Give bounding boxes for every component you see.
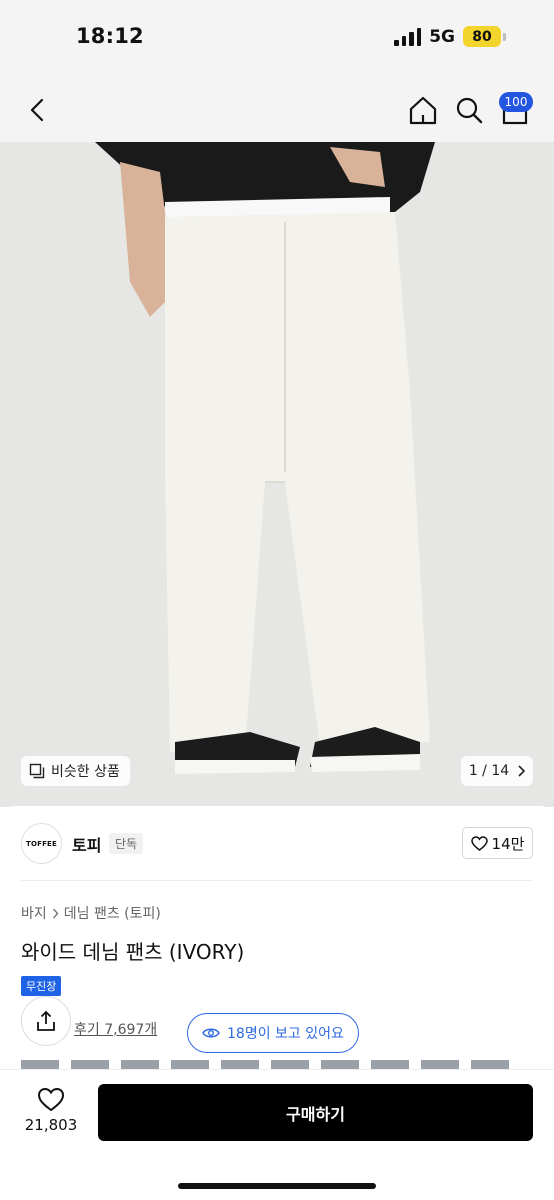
home-button[interactable] <box>404 90 442 130</box>
thumbnail-strip[interactable] <box>21 1060 554 1069</box>
battery-icon: 80 <box>463 26 506 47</box>
similar-products-label: 비슷한 상품 <box>51 764 120 780</box>
exclusive-tag: 단독 <box>109 833 144 854</box>
status-time: 18:12 <box>76 24 144 48</box>
product-title: 와이드 데님 팬츠 (IVORY) <box>21 940 245 964</box>
image-page-text: 1 / 14 <box>468 763 510 779</box>
viewers-text: 18명이 보고 있어요 <box>227 1026 344 1042</box>
chevron-right-icon <box>52 908 59 918</box>
breadcrumb: 바지 데님 팬츠 (토피) <box>21 903 161 923</box>
viewers-indicator[interactable]: 18명이 보고 있어요 <box>187 1013 359 1053</box>
network-type: 5G <box>429 26 455 47</box>
search-button[interactable] <box>450 90 488 130</box>
brand-like-button[interactable]: 14만 <box>462 827 533 859</box>
product-image[interactable] <box>0 142 554 807</box>
eye-icon <box>202 1028 220 1038</box>
heart-icon <box>470 835 488 851</box>
similar-items-icon <box>29 763 45 779</box>
brand-name[interactable]: 토피 <box>72 832 101 856</box>
chevron-left-icon <box>30 98 44 122</box>
home-indicator <box>178 1183 376 1189</box>
wishlist-count: 21,803 <box>24 1115 78 1134</box>
similar-products-button[interactable]: 비슷한 상품 <box>21 756 130 786</box>
share-icon <box>37 1010 55 1031</box>
chevron-right-icon <box>518 765 526 777</box>
back-button[interactable] <box>18 90 58 130</box>
buy-button[interactable]: 구매하기 <box>98 1084 533 1141</box>
free-shipping-tag: 무진장 <box>21 976 62 996</box>
share-button[interactable] <box>21 996 71 1046</box>
cart-count-badge: 100 <box>499 92 533 112</box>
divider <box>21 880 533 881</box>
brand-like-count: 14만 <box>491 834 525 853</box>
heart-icon <box>37 1087 65 1111</box>
search-icon <box>456 97 483 124</box>
wishlist-button[interactable]: 21,803 <box>18 1080 84 1140</box>
brand-logo[interactable]: TOFFEE <box>21 823 62 864</box>
image-page-counter[interactable]: 1 / 14 <box>461 756 533 786</box>
status-bar: 18:12 5G 80 <box>0 0 554 76</box>
status-indicators: 5G 80 <box>394 26 506 47</box>
product-photo <box>0 142 554 807</box>
home-icon <box>409 96 437 125</box>
battery-level: 80 <box>463 26 501 47</box>
nav-bar <box>0 76 554 142</box>
reviews-link[interactable]: 후기 7,697개 <box>74 1019 157 1039</box>
breadcrumb-category[interactable]: 바지 <box>21 903 47 923</box>
breadcrumb-subcategory[interactable]: 데님 팬츠 (토피) <box>64 903 161 923</box>
signal-icon <box>394 27 422 46</box>
